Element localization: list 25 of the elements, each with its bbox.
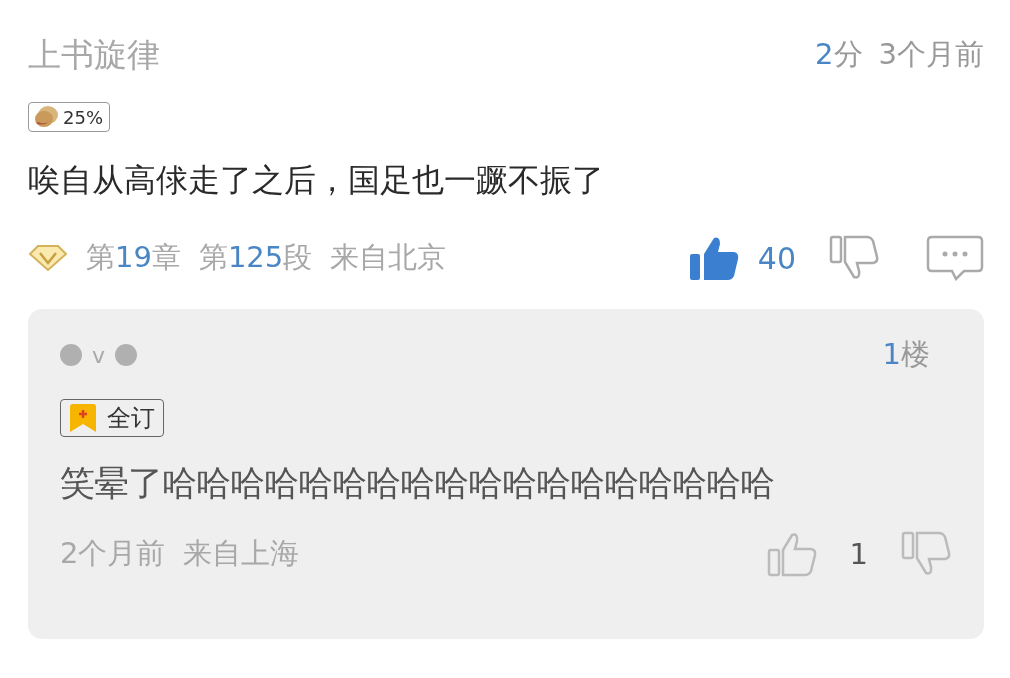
comment-text: 唉自从高俅走了之后，国足也一蹶不振了 — [28, 160, 605, 201]
username[interactable]: 上书旋律 — [28, 32, 160, 78]
like-count: 40 — [757, 240, 796, 276]
diamond-icon — [28, 244, 68, 272]
timestamp: 3个月前 — [878, 36, 984, 73]
fan-badge: 25% — [28, 102, 110, 132]
location-text: 来自北京 — [330, 239, 447, 276]
like-count: 1 — [849, 537, 868, 571]
reply-text: 笑晕了哈哈哈哈哈哈哈哈哈哈哈哈哈哈哈哈哈哈 — [60, 462, 775, 505]
timestamp: 2个月前 — [60, 535, 166, 572]
floor-number: 1楼 — [882, 336, 930, 373]
masked-username[interactable]: v — [92, 342, 106, 368]
subscription-badge: 全订 — [60, 399, 164, 437]
thumbs-down-icon[interactable] — [900, 530, 952, 578]
paragraph-link[interactable]: 第125段 — [198, 238, 313, 278]
score-text: 2分 — [815, 36, 863, 73]
thumbs-down-icon[interactable] — [828, 234, 880, 282]
masked-name-dot — [60, 344, 82, 366]
bookmark-icon — [67, 402, 99, 434]
thumbs-up-icon[interactable] — [765, 530, 818, 578]
chapter-link[interactable]: 第19章 — [86, 238, 181, 278]
coin-stack-icon — [33, 105, 59, 129]
location-text: 来自上海 — [183, 535, 300, 572]
masked-name-dot — [115, 344, 138, 366]
comment-icon[interactable] — [926, 235, 984, 281]
